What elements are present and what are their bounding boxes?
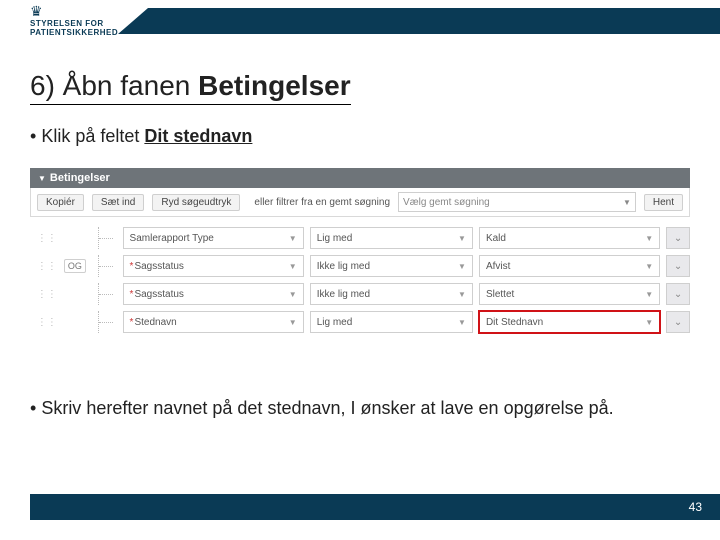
drag-handle-icon[interactable]: ⋮⋮ [30,283,64,305]
condition-row: ⋮⋮ OG *Sagsstatus▼ Ikke lig med▼ Afvist▼… [30,255,690,277]
bullet1-bold: Dit stednavn [144,126,252,146]
operator-select[interactable]: Lig med▼ [310,227,473,249]
bullet-2: Skriv herefter navnet på det stednavn, I… [30,396,660,420]
slide-header: ♛ STYRELSEN FOR PATIENTSIKKERHED [0,0,720,46]
copy-button[interactable]: Kopiér [37,194,84,211]
drag-handle-icon[interactable]: ⋮⋮ [30,227,64,249]
value-input-highlighted[interactable]: Dit Stednavn▼ [479,311,660,333]
saved-search-placeholder: Vælg gemt søgning [403,197,490,208]
chevron-down-icon: ▼ [289,318,297,327]
operator-select[interactable]: Ikke lig med▼ [310,255,473,277]
field-select[interactable]: *Sagsstatus▼ [123,283,304,305]
value-select[interactable]: Slettet▼ [479,283,660,305]
chevron-down-icon: ▼ [458,262,466,271]
chevron-down-icon: ▼ [289,262,297,271]
row-menu-button[interactable]: ⌄ [666,283,690,305]
tree-line [98,283,121,305]
tree-line [98,255,121,277]
field-select[interactable]: *Stednavn▼ [123,311,304,333]
drag-handle-icon[interactable]: ⋮⋮ [30,255,64,277]
collapse-icon: ▼ [38,169,46,189]
chevron-down-icon: ⌄ [674,233,682,244]
condition-row: ⋮⋮ Samlerapport Type▼ Lig med▼ Kald▼ ⌄ [30,227,690,249]
chevron-down-icon: ▼ [645,318,653,327]
bullet1-pre: Klik på feltet [41,126,144,146]
operator-select[interactable]: Ikke lig med▼ [310,283,473,305]
paste-button[interactable]: Sæt ind [92,194,144,211]
conditions-panel: ▼ Betingelser Kopiér Sæt ind Ryd søgeudtr… [30,168,690,339]
panel-title: Betingelser [50,172,110,184]
tree-line [98,227,121,249]
value-select[interactable]: Afvist▼ [479,255,660,277]
condition-row: ⋮⋮ *Sagsstatus▼ Ikke lig med▼ Slettet▼ ⌄ [30,283,690,305]
title-bold: Betingelser [198,70,351,101]
chevron-down-icon: ▼ [458,318,466,327]
condition-row: ⋮⋮ *Stednavn▼ Lig med▼ Dit Stednavn▼ ⌄ [30,311,690,333]
chevron-down-icon: ▼ [623,198,631,207]
toolbar: Kopiér Sæt ind Ryd søgeudtryk eller filt… [30,188,690,217]
tree-line [98,311,121,333]
field-select[interactable]: *Sagsstatus▼ [123,255,304,277]
chevron-down-icon: ▼ [645,234,653,243]
and-operator[interactable]: OG [64,259,86,273]
chevron-down-icon: ⌄ [674,317,682,328]
row-menu-button[interactable]: ⌄ [666,255,690,277]
header-band [148,8,720,34]
operator-select[interactable]: Lig med▼ [310,311,473,333]
footer-band [30,494,720,520]
condition-rows: ⋮⋮ Samlerapport Type▼ Lig med▼ Kald▼ ⌄ ⋮… [30,227,690,333]
page-number: 43 [689,500,702,514]
chevron-down-icon: ▼ [289,234,297,243]
chevron-down-icon: ▼ [458,234,466,243]
drag-handle-icon[interactable]: ⋮⋮ [30,311,64,333]
chevron-down-icon: ⌄ [674,261,682,272]
fetch-button[interactable]: Hent [644,194,683,211]
bullet-1: Klik på feltet Dit stednavn [30,126,252,147]
clear-button[interactable]: Ryd søgeudtryk [152,194,240,211]
row-menu-button[interactable]: ⌄ [666,311,690,333]
field-select[interactable]: Samlerapport Type▼ [123,227,304,249]
saved-search-select[interactable]: Vælg gemt søgning ▼ [398,192,636,212]
chevron-down-icon: ⌄ [674,289,682,300]
slide-title: 6) Åbn fanen Betingelser [30,70,351,105]
chevron-down-icon: ▼ [458,290,466,299]
row-menu-button[interactable]: ⌄ [666,227,690,249]
chevron-down-icon: ▼ [645,290,653,299]
header-decor [118,8,148,34]
chevron-down-icon: ▼ [289,290,297,299]
chevron-down-icon: ▼ [645,262,653,271]
panel-header[interactable]: ▼ Betingelser [30,168,690,188]
filter-label: eller filtrer fra en gemt søgning [254,197,390,208]
value-select[interactable]: Kald▼ [479,227,660,249]
title-pre: 6) Åbn fanen [30,70,198,101]
